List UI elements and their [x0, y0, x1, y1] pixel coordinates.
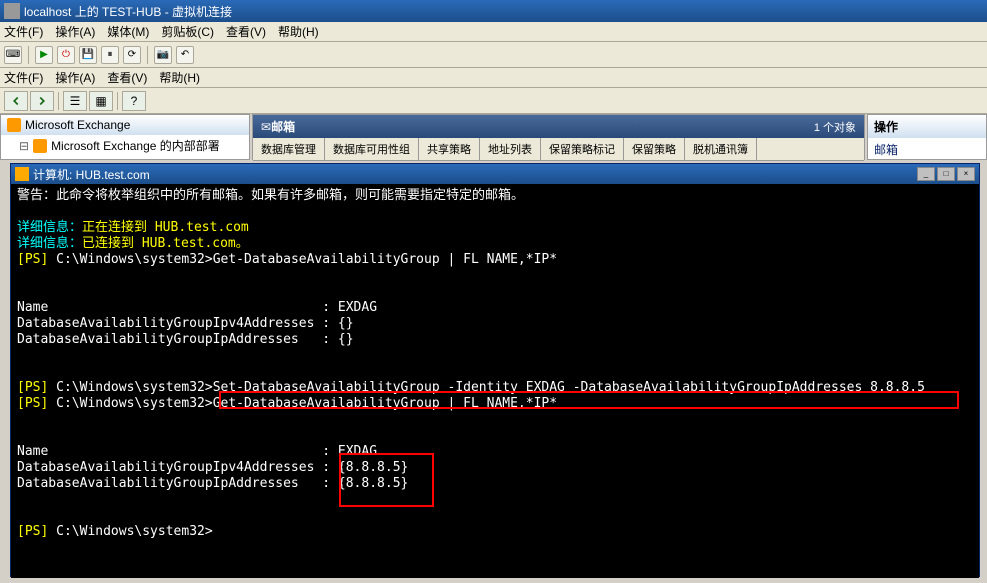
shutdown-button[interactable]: ⏻ [57, 46, 75, 64]
save-button[interactable]: 💾 [79, 46, 97, 64]
tab-retention-tag[interactable]: 保留策略标记 [541, 138, 624, 160]
tab-share-policy[interactable]: 共享策略 [419, 138, 480, 160]
menu-help[interactable]: 帮助(H) [278, 23, 319, 40]
pause-button[interactable]: ⏸ [101, 46, 119, 64]
menu-file[interactable]: 文件(F) [4, 23, 43, 40]
revert-button[interactable]: ↶ [176, 46, 194, 64]
forward-button[interactable] [30, 91, 54, 111]
show-tree-button[interactable]: ☰ [63, 91, 87, 111]
tree-root[interactable]: Microsoft Exchange [1, 115, 249, 135]
menu2-file[interactable]: 文件(F) [4, 69, 43, 86]
tree-panel: Microsoft Exchange ⊟ Microsoft Exchange … [0, 114, 250, 160]
exchange-toolbar: ☰ ▦ ? [0, 88, 987, 114]
actions-header: 操作 [868, 115, 986, 138]
menu2-action[interactable]: 操作(A) [55, 69, 95, 86]
exchange-icon [7, 118, 21, 132]
menu-clipboard[interactable]: 剪贴板(C) [161, 23, 214, 40]
reset-button[interactable]: ⟳ [123, 46, 141, 64]
powershell-window: 计算机: HUB.test.com _ □ × 警告：此命令将枚举组织中的所有邮… [10, 163, 980, 577]
snapshot-button[interactable]: 📷 [154, 46, 172, 64]
actions-panel: 操作 邮箱 [867, 114, 987, 160]
actions-mailbox[interactable]: 邮箱 [868, 138, 986, 161]
exchange-icon [33, 139, 47, 153]
tab-oab[interactable]: 脱机通讯簿 [685, 138, 757, 160]
vm-menubar: 文件(F) 操作(A) 媒体(M) 剪贴板(C) 查看(V) 帮助(H) [0, 22, 987, 42]
vm-toolbar: ⌨ ▶ ⏻ 💾 ⏸ ⟳ 📷 ↶ [0, 42, 987, 68]
menu2-help[interactable]: 帮助(H) [159, 69, 200, 86]
minimize-button[interactable]: _ [917, 167, 935, 181]
terminal-title: 计算机: HUB.test.com [33, 166, 915, 183]
maximize-button[interactable]: □ [937, 167, 955, 181]
menu2-view[interactable]: 查看(V) [107, 69, 147, 86]
terminal-icon [15, 167, 29, 181]
vm-titlebar: localhost 上的 TEST-HUB - 虚拟机连接 [0, 0, 987, 22]
tabs: 数据库管理 数据库可用性组 共享策略 地址列表 保留策略标记 保留策略 脱机通讯… [253, 138, 864, 161]
back-button[interactable] [4, 91, 28, 111]
center-header: ✉ 邮箱 1 个对象 [253, 115, 864, 138]
menu-media[interactable]: 媒体(M) [107, 23, 149, 40]
tree-child[interactable]: ⊟ Microsoft Exchange 的内部部署 [1, 135, 249, 156]
menu-action[interactable]: 操作(A) [55, 23, 95, 40]
help-button[interactable]: ? [122, 91, 146, 111]
properties-button[interactable]: ▦ [89, 91, 113, 111]
vm-icon [4, 3, 20, 19]
mail-icon: ✉ [261, 120, 271, 134]
close-button[interactable]: × [957, 167, 975, 181]
tab-db-manage[interactable]: 数据库管理 [253, 138, 325, 160]
tab-retention-policy[interactable]: 保留策略 [624, 138, 685, 160]
ctrl-alt-del-button[interactable]: ⌨ [4, 46, 22, 64]
tab-dag[interactable]: 数据库可用性组 [325, 138, 419, 160]
start-button[interactable]: ▶ [35, 46, 53, 64]
exchange-menubar: 文件(F) 操作(A) 查看(V) 帮助(H) [0, 68, 987, 88]
mmc-main: Microsoft Exchange ⊟ Microsoft Exchange … [0, 114, 987, 160]
center-panel: ✉ 邮箱 1 个对象 数据库管理 数据库可用性组 共享策略 地址列表 保留策略标… [252, 114, 865, 160]
terminal-titlebar: 计算机: HUB.test.com _ □ × [11, 164, 979, 184]
vm-title: localhost 上的 TEST-HUB - 虚拟机连接 [24, 3, 983, 20]
terminal-body[interactable]: 警告：此命令将枚举组织中的所有邮箱。如果有许多邮箱，则可能需要指定特定的邮箱。 … [11, 184, 979, 578]
tab-address-list[interactable]: 地址列表 [480, 138, 541, 160]
menu-view[interactable]: 查看(V) [226, 23, 266, 40]
